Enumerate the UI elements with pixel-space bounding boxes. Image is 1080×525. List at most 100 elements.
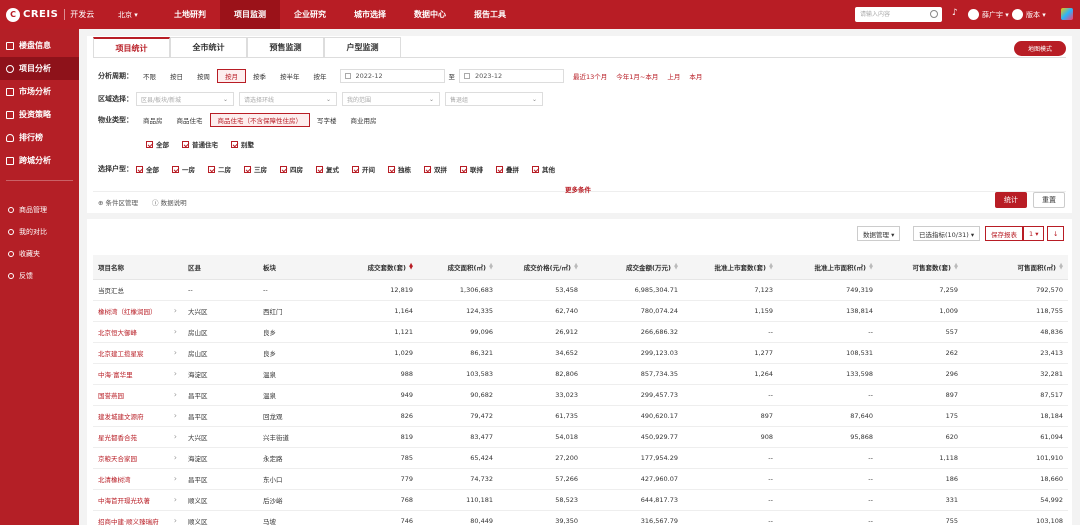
sidebar-item-project-analysis[interactable]: 项目分析 [0, 57, 79, 80]
project-name-cell[interactable]: 橡树湾（红橡润园） › [93, 300, 183, 322]
col-header-approved-area[interactable]: 批准上市面积(㎡) ▲ ▼ [778, 255, 878, 280]
col-header-amount[interactable]: 成交金额(万元) ▲ ▼ [583, 255, 683, 280]
table-row[interactable]: 建发城建文源府 › 昌平区 回龙观 826 79,472 61,735 490,620.17 8… [93, 405, 1068, 427]
chevron-right-icon[interactable]: › [174, 432, 183, 441]
download-icon[interactable]: ↓ [1047, 226, 1065, 241]
sort-icon[interactable]: ▲ ▼ [768, 263, 773, 271]
group-select[interactable]: 售退组 ⌄ [445, 92, 543, 106]
page-select[interactable]: 1 ▾ [1023, 226, 1045, 241]
sidebar-item-favorites[interactable]: 收藏夹 [0, 243, 79, 265]
table-row[interactable]: 招商中建·顺义臻瑞府 › 顺义区 马坡 746 80,449 39,350 316,567.7… [93, 510, 1068, 525]
sort-icon[interactable]: ▲ ▼ [868, 263, 873, 271]
property-check[interactable]: 普通住宅 [182, 139, 218, 149]
sidebar-item-market-analysis[interactable]: 市场分析 [0, 80, 79, 103]
unit-check[interactable]: 全部 [136, 164, 159, 174]
table-row[interactable]: 北京建工揽星宸 › 房山区 良乡 1,029 86,321 34,652 299,123.03… [93, 342, 1068, 364]
indicator-dropdown[interactable]: 已选指标(10/31) ▾ [913, 226, 981, 241]
unit-check[interactable]: 一房 [172, 164, 195, 174]
city-selector[interactable]: 北京 ▾ [118, 10, 160, 20]
search-icon[interactable] [930, 10, 938, 18]
nav-enterprise[interactable]: 企业研究 [280, 0, 340, 29]
date-from-input[interactable]: 2022-12 [339, 69, 445, 83]
unit-check[interactable]: 独栋 [388, 164, 411, 174]
tab-project-stats[interactable]: 项目统计 [93, 37, 170, 57]
condition-manage-link[interactable]: ⊕ 条件区管理 [98, 197, 138, 207]
project-name-cell[interactable]: 京粮天合家园 › [93, 447, 183, 469]
period-option[interactable]: 按季 [246, 69, 273, 83]
tab-unit-monitor[interactable]: 户型监测 [324, 37, 401, 57]
period-option[interactable]: 按年 [307, 69, 334, 83]
table-row[interactable]: 北京恒大御峰 › 房山区 良乡 1,121 99,096 26,912 266,686.32-… [93, 321, 1068, 343]
chevron-right-icon[interactable]: › [174, 411, 183, 420]
data-manage-dropdown[interactable]: 数据管理 ▾ [857, 226, 901, 241]
col-header-sold-area[interactable]: 成交面积(㎡) ▲ ▼ [418, 255, 498, 280]
chevron-right-icon[interactable]: › [174, 453, 183, 462]
sidebar-item-building-info[interactable]: 楼盘信息 [0, 34, 79, 57]
nav-project-monitor[interactable]: 项目监测 [220, 0, 280, 29]
reset-button[interactable]: 重置 [1033, 192, 1065, 208]
chevron-right-icon[interactable]: › [174, 306, 183, 315]
table-row[interactable]: 北清橡树湾 › 昌平区 东小口 779 74,732 57,266 427,960.07 -- -… [93, 468, 1068, 490]
chevron-right-icon[interactable]: › [174, 327, 183, 336]
chevron-right-icon[interactable]: › [174, 390, 183, 399]
period-option[interactable]: 按周 [190, 69, 217, 83]
unit-check[interactable]: 联排 [460, 164, 483, 174]
sort-icon[interactable]: ▲ ▼ [1058, 263, 1063, 271]
sidebar-item-investment[interactable]: 投资策略 [0, 103, 79, 126]
project-name-cell[interactable]: 北京建工揽星宸 › [93, 342, 183, 364]
quick-range-link[interactable]: 最近13个月 [573, 71, 607, 81]
project-name-cell[interactable]: 北京恒大御峰 › [93, 321, 183, 343]
chevron-right-icon[interactable]: › [174, 369, 183, 378]
period-option[interactable]: 按日 [163, 69, 190, 83]
quick-range-link[interactable]: 本月 [689, 71, 702, 81]
unit-check[interactable]: 其他 [532, 164, 555, 174]
col-header-sold-units[interactable]: 成交套数(套) ▲ ▼ [338, 255, 418, 280]
unit-check[interactable]: 双拼 [424, 164, 447, 174]
period-option[interactable]: 按半年 [273, 69, 307, 83]
sidebar-item-feedback[interactable]: 反馈 [0, 265, 79, 287]
period-option[interactable]: 不限 [136, 69, 163, 83]
sidebar-item-cross-city[interactable]: 跨城分析 [0, 149, 79, 172]
table-row[interactable]: 中海首开璟光玖著 › 顺义区 后沙峪 768 110,181 58,523 644,817.7… [93, 489, 1068, 511]
quick-range-link[interactable]: 上月 [667, 71, 680, 81]
tab-city-stats[interactable]: 全市统计 [170, 37, 247, 57]
app-switch-icon[interactable] [1061, 8, 1073, 20]
nav-report-tool[interactable]: 报告工具 [460, 0, 520, 29]
date-to-input[interactable]: 2023-12 [459, 69, 564, 83]
table-row[interactable]: 星光都香合苑 › 大兴区 兴丰街道 819 83,477 54,018 450,929.77 9… [93, 426, 1068, 448]
sidebar-item-my-compare[interactable]: 我的对比 [0, 221, 79, 243]
property-option[interactable]: 商品住宅 [170, 113, 210, 127]
search-input[interactable]: 请输入内容 [855, 7, 942, 22]
chevron-right-icon[interactable]: › [174, 495, 183, 504]
chevron-right-icon[interactable]: › [174, 516, 183, 525]
bell-icon[interactable]: ♪ [952, 8, 962, 20]
nav-city[interactable]: 城市选择 [340, 0, 400, 29]
property-option-selected[interactable]: 商品住宅（不含保障性住房） [209, 113, 310, 127]
col-header-approved-units[interactable]: 批准上市套数(套) ▲ ▼ [683, 255, 778, 280]
project-name-cell[interactable]: 中海首开璟光玖著 › [93, 489, 183, 511]
table-row[interactable]: 京粮天合家园 › 海淀区 永定路 785 65,424 27,200 177,954.29 --… [93, 447, 1068, 469]
sidebar-item-product-manage[interactable]: 商品管理 [0, 199, 79, 221]
unit-check[interactable]: 二房 [208, 164, 231, 174]
unit-check[interactable]: 开间 [352, 164, 375, 174]
save-report-button[interactable]: 保存报表 [985, 226, 1023, 241]
unit-check[interactable]: 叠拼 [496, 164, 519, 174]
col-header-price[interactable]: 成交价格(元/㎡) ▲ ▼ [498, 255, 583, 280]
sort-icon[interactable]: ▲ ▼ [673, 263, 678, 271]
creis-logo[interactable]: C CREIS 开发云 [6, 7, 98, 22]
table-row[interactable]: 橡树湾（红橡润园） › 大兴区 西红门 1,164 124,335 62,740 780,07… [93, 300, 1068, 322]
property-check[interactable]: 全部 [146, 139, 169, 149]
sort-icon[interactable]: ▲ ▼ [573, 263, 578, 271]
map-mode-button[interactable]: 地图模式 [1014, 41, 1066, 56]
property-option[interactable]: 商品房 [136, 113, 170, 127]
nav-land[interactable]: 土地研判 [160, 0, 220, 29]
tab-presale-monitor[interactable]: 预售监测 [247, 37, 324, 57]
version-menu[interactable]: 版本 ▾ [1012, 9, 1046, 20]
col-header-available-units[interactable]: 可售套数(套) ▲ ▼ [878, 255, 963, 280]
property-option[interactable]: 商业用房 [344, 113, 384, 127]
table-row[interactable]: 国誉燕园 › 昌平区 温泉 949 90,682 33,023 299,457.73 -- -- 8… [93, 384, 1068, 406]
sort-icon[interactable]: ▲ ▼ [953, 263, 958, 271]
project-name-cell[interactable]: 中海·富华里 › [93, 363, 183, 385]
sort-icon[interactable]: ▲ ▼ [488, 263, 493, 271]
unit-check[interactable]: 四房 [280, 164, 303, 174]
